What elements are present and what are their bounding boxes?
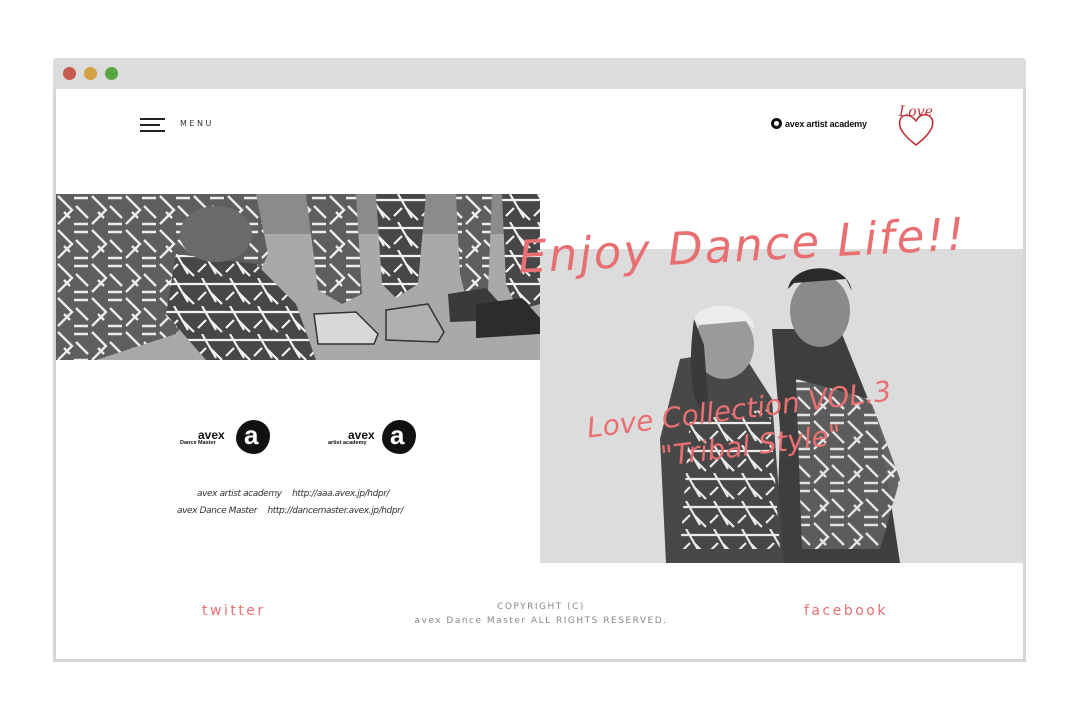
mark-letter: a (244, 420, 259, 450)
avex-dance-master-logo[interactable]: avex Dance Master a (180, 420, 272, 456)
twitter-link[interactable]: twitter (202, 603, 266, 619)
hamburger-icon (140, 118, 165, 120)
love-logo-text: Love (898, 104, 933, 120)
maximize-window-button[interactable] (105, 67, 118, 80)
academy-url-link[interactable]: http://aaa.avex.jp/hdpr/ (292, 489, 389, 499)
dance-master-url-link[interactable]: http://dancemaster.avex.jp/hdpr/ (267, 506, 403, 516)
browser-window: MENU avex artist academy Love Enjoy Danc… (53, 58, 1026, 662)
facebook-link[interactable]: facebook (804, 603, 888, 619)
mark-letter: a (390, 420, 405, 450)
link-row-academy: avex artist academy http://aaa.avex.jp/h… (197, 489, 390, 499)
avex-mark-icon (771, 118, 782, 129)
brand-sub: artist academy (328, 440, 367, 446)
avex-a-mark-icon: a (382, 420, 416, 454)
hamburger-icon-bar (140, 130, 165, 132)
brand-sub: Dance Master (180, 440, 216, 446)
title-bar (53, 58, 1026, 89)
copyright-line-1: COPYRIGHT (C) (497, 602, 585, 612)
menu-label: MENU (180, 119, 214, 128)
copyright-line-2: avex Dance Master ALL RIGHTS RESERVED. (414, 616, 668, 626)
minimize-window-button[interactable] (84, 67, 97, 80)
link-name: avex artist academy (197, 489, 282, 499)
web-page: MENU avex artist academy Love Enjoy Danc… (56, 91, 1023, 659)
avex-a-mark-icon: a (236, 420, 270, 454)
close-window-button[interactable] (63, 67, 76, 80)
avex-artist-academy-logo[interactable]: avex artist academy a (326, 420, 418, 456)
menu-button[interactable]: MENU (140, 116, 220, 134)
link-row-dance-master: avex Dance Master http://dancemaster.ave… (177, 506, 404, 516)
dancers-legs-photo (56, 194, 540, 360)
copyright-text: COPYRIGHT (C) avex Dance Master ALL RIGH… (356, 600, 726, 628)
hamburger-icon-bar (140, 124, 160, 126)
header-brand-text: avex artist academy (785, 118, 867, 129)
link-name: avex Dance Master (177, 506, 257, 516)
love-heart-logo[interactable]: Love (896, 101, 938, 149)
header-brand-logo[interactable]: avex artist academy (771, 118, 867, 129)
